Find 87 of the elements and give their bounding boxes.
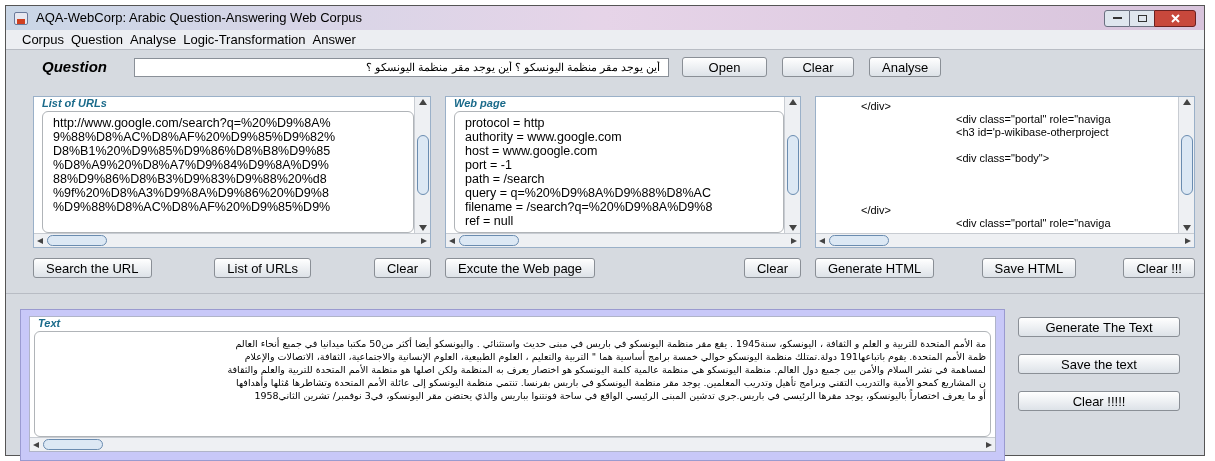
menu-item[interactable]: Question <box>70 29 123 50</box>
code-line: <h3 id='p-wikibase-otherproject <box>955 126 1110 139</box>
app-icon <box>14 11 28 25</box>
scroll-thumb[interactable] <box>829 235 889 246</box>
text-line: %D9%88%D8%AC%D8%AF%20%D9%85%D9% <box>53 200 332 214</box>
text-line: host = www.google.com <box>465 144 599 158</box>
horizontal-scrollbar[interactable] <box>446 233 800 247</box>
button[interactable]: Excute the Web page <box>445 258 596 278</box>
text-line: port = -1 <box>465 158 513 172</box>
button[interactable]: Clear !!! <box>1123 258 1195 278</box>
button[interactable]: Save the text <box>1018 354 1180 374</box>
button[interactable]: Clear !!!!! <box>1018 391 1180 411</box>
vertical-scrollbar[interactable] <box>784 97 800 233</box>
menu-item[interactable]: Analyse <box>129 29 177 50</box>
scroll-thumb[interactable] <box>47 235 107 246</box>
html-text-area[interactable]: </div> <div class="portal" role="naviga <h3 id='p-wikibase-otherproject <div class="body"> </div> <div class="portal" role="naviga <box>816 97 1178 233</box>
code-line: <div class="portal" role="naviga <box>955 217 1112 230</box>
text-area[interactable] <box>42 111 414 233</box>
button[interactable]: List of URLs <box>214 258 312 278</box>
scroll-thumb[interactable] <box>1180 135 1193 195</box>
menu-item[interactable]: Logic-Transformation <box>183 29 306 50</box>
text-line: ظمة الأمم المتحدة. يقوم باتباعها191 دولة.تمتلك منظمة اليونسكو حوالي خمسة برامج أساسية هما " التربية والتعليم ، العلوم الطبيعية، العلوم الإنسانية والاجتماعية، الثقافة، الاتصالات والإعلام <box>244 350 986 363</box>
code-line: <div class="body"> <box>955 152 1051 165</box>
vertical-scrollbar[interactable] <box>414 97 430 233</box>
scroll-thumb[interactable] <box>43 439 103 450</box>
text-line: D8%B1%20%D9%85%D9%86%D8%B8%D9%85 <box>53 144 332 158</box>
maximize-button[interactable] <box>1130 9 1154 27</box>
window-title: AQA-WebCorp: Arabic Question-Answering Web Corpus <box>36 9 363 28</box>
text-line: path = /search <box>465 172 546 186</box>
question-label: Question <box>42 56 108 77</box>
arrow-down-icon[interactable] <box>1182 225 1191 231</box>
text-line: authority = www.google.com <box>465 130 623 144</box>
horizontal-scrollbar[interactable] <box>30 437 995 451</box>
text-line: 88%D9%86%D8%B3%D9%83%D9%88%20%d8 <box>53 172 328 186</box>
text-line: لمساهمة في نشر السلام والأمن بين جميع دول العالم. منظمة اليونسكو هي منظمة عالمية كلمة اليونسكو هو اختصار يعرف به المنظمة ولكن اصلها هو منظمة الأمم المتحدة للتربية والعلم والثقافة <box>227 363 986 376</box>
scroll-thumb[interactable] <box>416 135 429 195</box>
code-line: </div> <box>860 204 892 217</box>
arrow-right-icon[interactable] <box>791 237 797 244</box>
text-line: 9%88%D8%AC%D8%AF%20%D9%85%D9%82% <box>53 130 337 144</box>
text-line: filename = /search?q=%20%D9%8A%D9%8 <box>465 200 714 214</box>
arrow-right-icon[interactable] <box>1185 237 1191 244</box>
text-line: protocol = http <box>465 116 546 130</box>
button[interactable]: Open <box>682 57 767 77</box>
panel-title: List of URLs <box>41 97 108 109</box>
arrow-right-icon[interactable] <box>986 441 992 448</box>
close-button[interactable] <box>1154 9 1196 27</box>
text-area[interactable]: protocol = http authority = www.google.com host = www.google.com port = -1 path = /search query = q=%20%D9%8A%D9%88%D8%AC filename = /search?q=%20%D9%8A%D9%8 ref = null <box>454 111 784 233</box>
text-area[interactable] <box>34 331 991 437</box>
vertical-scrollbar[interactable] <box>1178 97 1194 233</box>
text-line: %D8%A9%20%D8%A7%D9%84%D9%8A%D9% <box>53 158 330 172</box>
scroll-thumb[interactable] <box>459 235 519 246</box>
button[interactable]: Save HTML <box>981 258 1077 278</box>
arrow-left-icon[interactable] <box>33 441 39 448</box>
arrow-up-icon[interactable] <box>788 99 797 105</box>
minimize-button[interactable] <box>1104 9 1130 27</box>
menu-item[interactable]: Answer <box>312 29 356 50</box>
button[interactable]: Clear <box>743 258 801 278</box>
arrow-left-icon[interactable] <box>449 237 455 244</box>
text-line: query = q=%20%D9%8A%D9%88%D8%AC <box>465 186 712 200</box>
button[interactable]: Search the URL <box>33 258 152 278</box>
horizontal-scrollbar[interactable] <box>816 233 1194 247</box>
arrow-up-icon[interactable] <box>418 99 427 105</box>
scroll-thumb[interactable] <box>786 135 799 195</box>
button[interactable]: Generate HTML <box>815 258 935 278</box>
button[interactable]: Clear <box>782 57 854 77</box>
horizontal-scrollbar[interactable] <box>34 233 430 247</box>
code-line: <div class="portal" role="naviga <box>955 113 1112 126</box>
panel-title: Text <box>37 317 62 329</box>
button[interactable]: Clear <box>373 258 431 278</box>
button[interactable]: Generate The Text <box>1018 317 1180 337</box>
text-line: مة الأمم المتحدة للتربية و العلم و الثقافة ، اليونسكو، سنة1945 . يقع مقر منظمة اليونسكو في باريس في مبنى حديث واستثنائي . واليونسكو أيضا أكثر من50 مكتبا ميدانيا في جميع أنحاء العالم <box>235 337 986 350</box>
arrow-left-icon[interactable] <box>819 237 825 244</box>
text-line: ن المشاريع كمحو الأمية والتدريب التقني وبرامج تأهيل وتدريب المعلمين. يوجد مقر منظمة اليونسكو في باريس بفرنسا. تنتمي منظمة اليونسكو إلى عائلة الأمم المتحدة وتشاطرها مُثلها وأهدافها <box>236 376 986 389</box>
text-line: http://www.google.com/search?q=%20%D9%8A% <box>53 116 332 130</box>
button[interactable]: Analyse <box>869 57 941 77</box>
arrow-left-icon[interactable] <box>37 237 43 244</box>
menu-item[interactable]: Corpus <box>22 29 64 50</box>
arrow-down-icon[interactable] <box>418 225 427 231</box>
arrow-up-icon[interactable] <box>1182 99 1191 105</box>
text-line: ref = null <box>465 214 515 228</box>
text-line: أو ما يعرف اختصاراً باليونسكو، يوجد مقرها الرئيسي في باريس.جرى تدشين المبنى الرئيسي الواقع في ساحة فونتنوا بباريس والذي يحتضن مقر اليونسكو، في3 نوفمبر/ تشرين الثاني1958 <box>254 389 986 402</box>
text-line: %9f%20%D8%A3%D9%8A%D9%86%20%D9%8 <box>53 186 330 200</box>
arrow-right-icon[interactable] <box>421 237 427 244</box>
arrow-down-icon[interactable] <box>788 225 797 231</box>
close-icon <box>1170 13 1180 23</box>
panel-title: Web page <box>453 97 507 109</box>
code-line: </div> <box>860 100 892 113</box>
